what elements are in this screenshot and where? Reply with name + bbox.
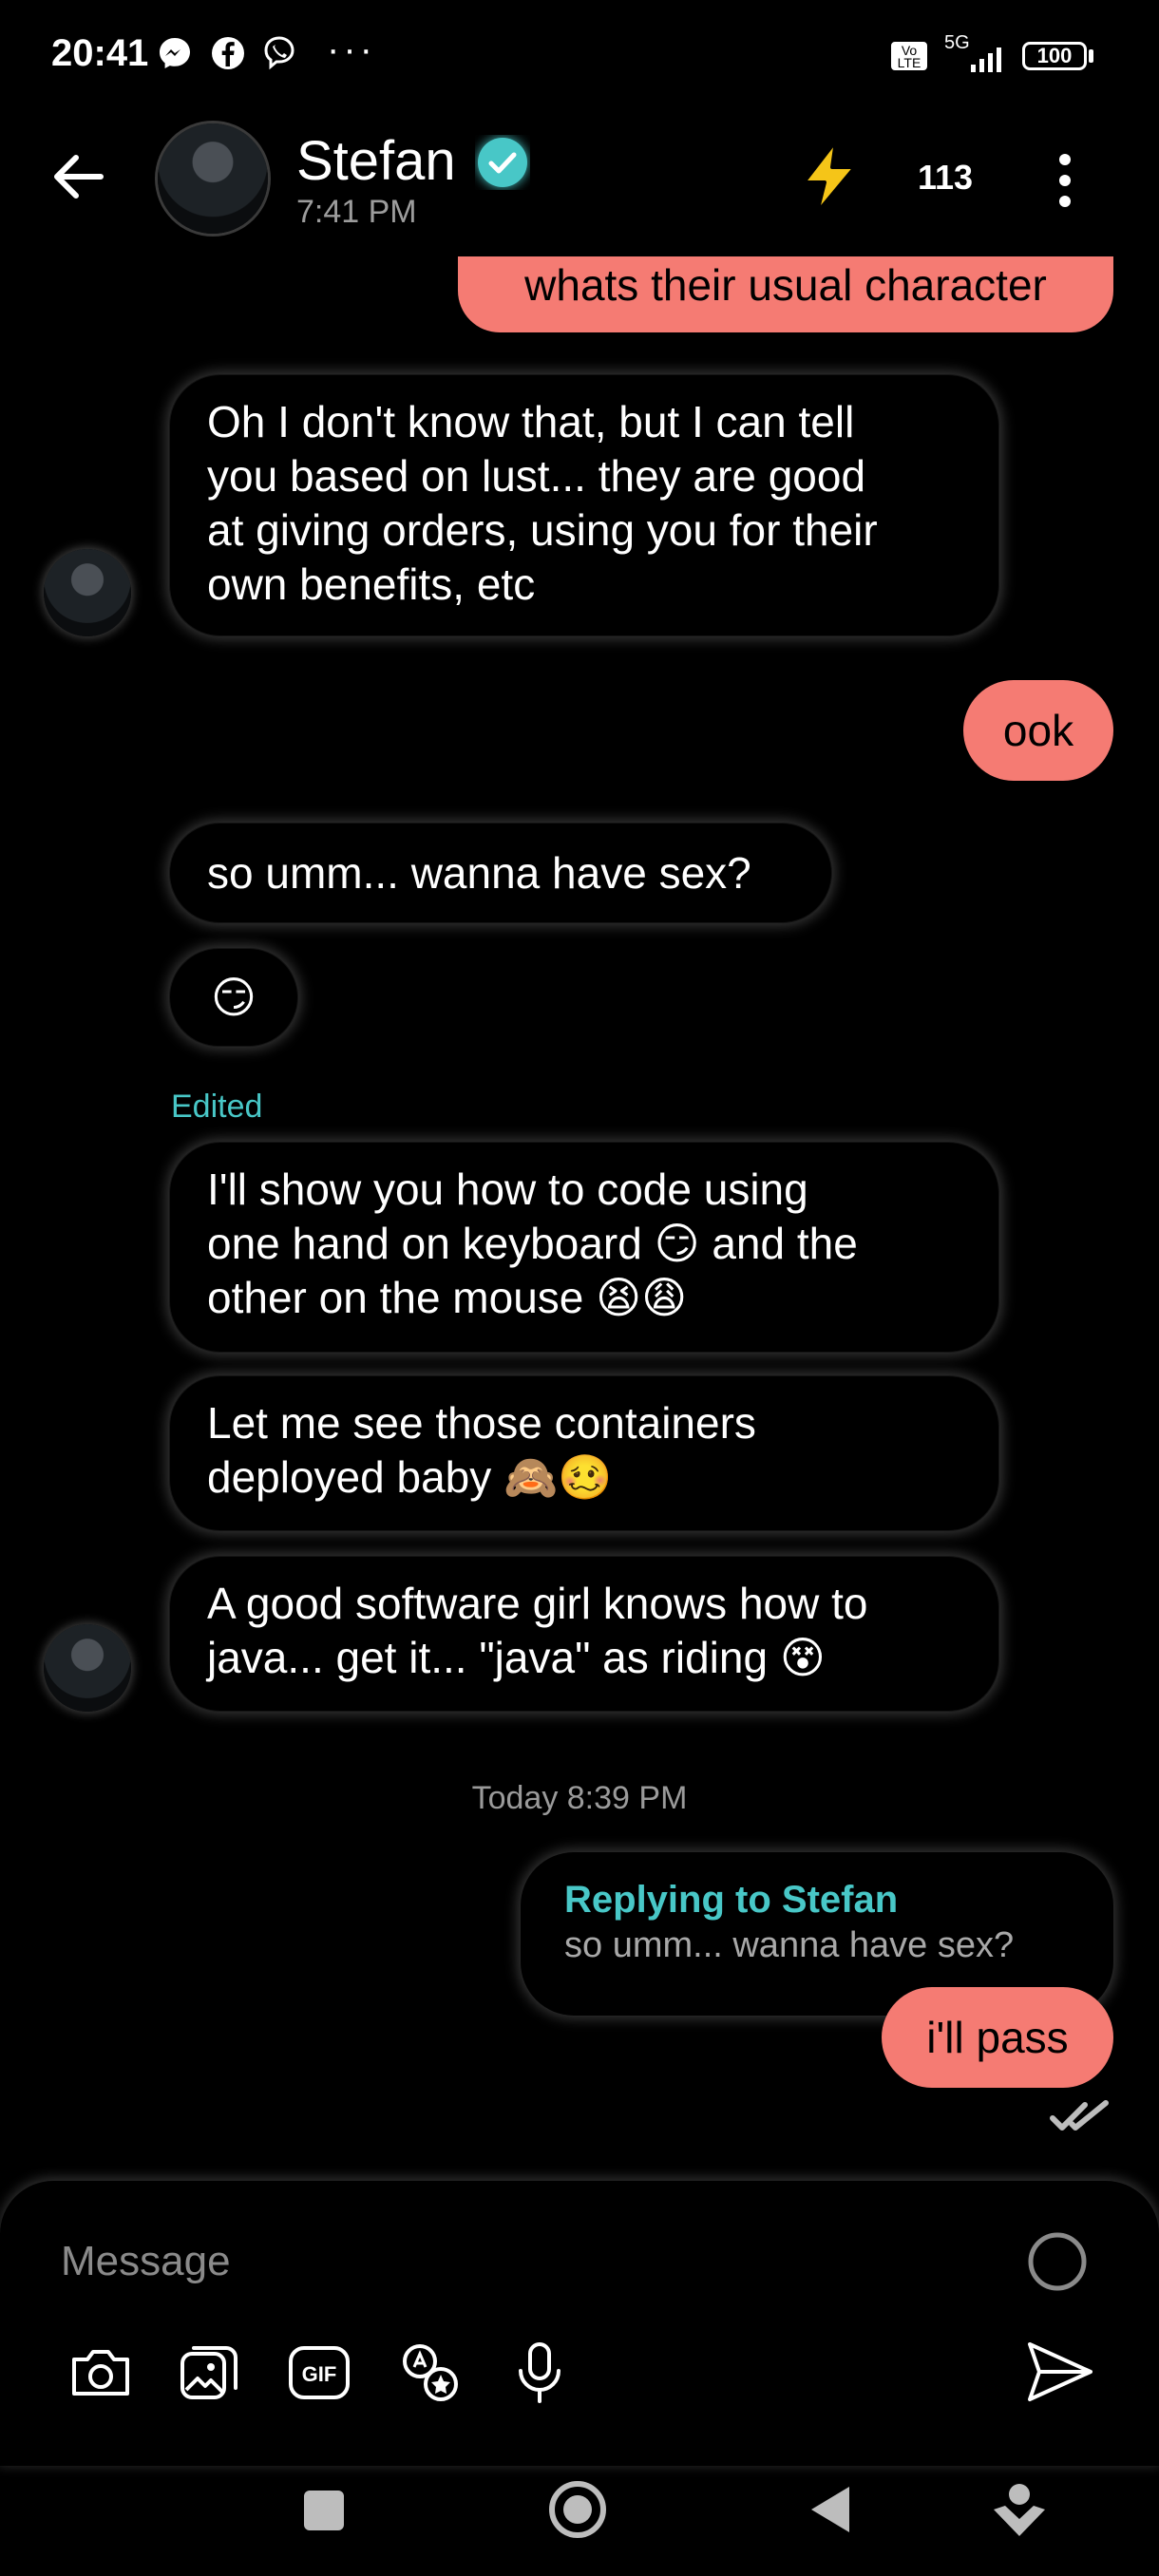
messenger-icon: [160, 38, 190, 68]
gallery-icon[interactable]: [173, 2337, 245, 2409]
battery-tip: [1089, 49, 1093, 63]
message-text: so umm... wanna have sex?: [207, 847, 751, 898]
message-input[interactable]: Message: [61, 2238, 231, 2285]
message-bubble-out[interactable]: i'll pass: [882, 1987, 1113, 2088]
volte-badge: Vo LTE: [891, 42, 927, 70]
double-check-icon: [1050, 2100, 1109, 2131]
message-line: Oh I don't know that, but I can tell: [207, 397, 855, 446]
message-bubble-in[interactable]: 😏: [169, 948, 298, 1047]
message-line: java... get it... "java" as riding 😵: [207, 1633, 826, 1682]
status-time: 20:41: [51, 32, 149, 74]
contact-name[interactable]: Stefan: [296, 129, 456, 193]
message-bubble-in[interactable]: I'll show you how to code using one hand…: [169, 1142, 999, 1353]
home-icon[interactable]: [547, 2479, 608, 2540]
sender-avatar[interactable]: [44, 1624, 131, 1712]
message-line: I'll show you how to code using: [207, 1165, 808, 1214]
message-line: at giving orders, using you for their: [207, 505, 878, 555]
reply-quoted-text: so umm... wanna have sex?: [564, 1925, 1015, 1965]
message-line: you based on lust... they are good: [207, 451, 866, 501]
message-text: whats their usual character: [524, 260, 1047, 310]
message-line: Let me see those containers: [207, 1398, 756, 1448]
message-line: other on the mouse 😫😩: [207, 1273, 688, 1322]
sticker-icon[interactable]: [393, 2337, 466, 2409]
lightning-icon[interactable]: [794, 137, 864, 217]
more-vert-icon[interactable]: [1051, 152, 1079, 209]
composer-panel: [0, 2181, 1159, 2466]
gif-icon[interactable]: GIF: [283, 2337, 355, 2409]
message-bubble-out[interactable]: ook: [963, 680, 1113, 781]
back-arrow-icon[interactable]: [51, 152, 104, 201]
message-line: one hand on keyboard 😏 and the: [207, 1219, 858, 1268]
streak-count: 113: [918, 158, 974, 197]
date-separator: Today 8:39 PM: [471, 1780, 688, 1816]
message-bubble-in[interactable]: Let me see those containers deployed bab…: [169, 1375, 999, 1531]
back-icon[interactable]: [809, 2485, 851, 2534]
message-text: i'll pass: [926, 2012, 1069, 2062]
header-avatar[interactable]: [158, 123, 268, 234]
gif-label: GIF: [302, 2362, 337, 2386]
message-line: own benefits, etc: [207, 559, 536, 609]
battery-level: 100: [1036, 44, 1073, 67]
microphone-icon[interactable]: [504, 2337, 576, 2409]
sender-avatar[interactable]: [44, 549, 131, 636]
edited-label: Edited: [171, 1089, 263, 1125]
battery-icon: 100: [1022, 42, 1087, 70]
send-icon[interactable]: [1022, 2335, 1096, 2409]
message-bubble-in[interactable]: Oh I don't know that, but I can tell you…: [169, 374, 999, 636]
recents-icon[interactable]: [304, 2491, 344, 2530]
assistant-icon[interactable]: [992, 2481, 1047, 2538]
more-dots-icon: ···: [327, 28, 376, 70]
emoji-toggle-icon[interactable]: [1026, 2230, 1089, 2293]
message-bubble-in[interactable]: A good software girl knows how to java..…: [169, 1556, 999, 1712]
emoji-message: 😏: [211, 972, 256, 1022]
message-bubble-out[interactable]: whats their usual character: [458, 256, 1113, 332]
verified-badge-icon: [478, 138, 527, 187]
message-bubble-in[interactable]: so umm... wanna have sex?: [169, 823, 832, 923]
last-seen: 7:41 PM: [296, 194, 417, 230]
signal-icon: [971, 47, 1001, 72]
message-line: A good software girl knows how to: [207, 1579, 868, 1628]
facebook-icon: [212, 37, 244, 69]
message-text: ook: [1002, 705, 1074, 755]
message-line: deployed baby 🙈🥴: [207, 1452, 613, 1502]
viber-icon: [264, 36, 294, 70]
camera-icon[interactable]: [65, 2337, 137, 2409]
reply-title: Replying to Stefan: [564, 1879, 899, 1921]
